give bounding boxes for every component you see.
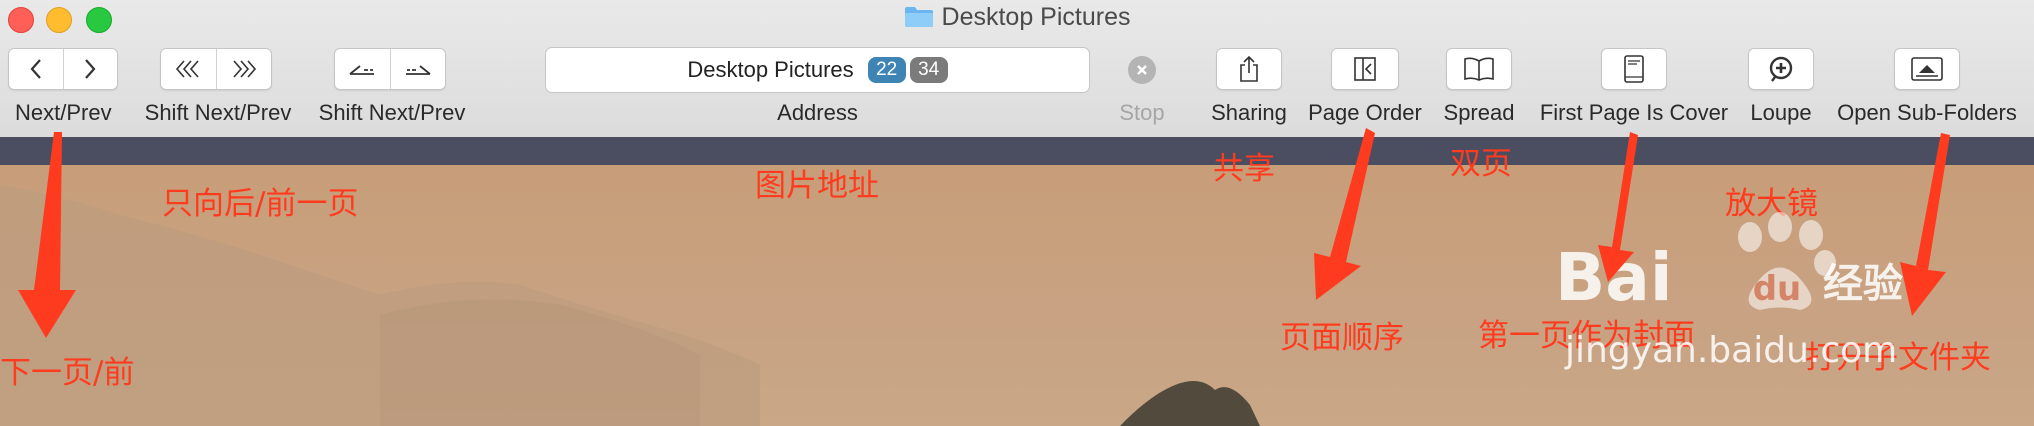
step-back-icon xyxy=(349,65,375,75)
shift-next-prev-control xyxy=(160,48,272,90)
svg-text:经验: 经验 xyxy=(1823,261,1903,307)
address-field[interactable]: Desktop Pictures 22 34 xyxy=(545,47,1090,93)
address-text: Desktop Pictures xyxy=(687,57,854,82)
chevron-left-icon xyxy=(30,59,41,79)
shift-next-prev-label-2: Shift Next/Prev xyxy=(318,100,466,125)
shift-prev-button[interactable] xyxy=(161,49,216,89)
book-cover-icon xyxy=(1624,55,1644,83)
stop-button[interactable] xyxy=(1128,56,1156,84)
window-title-text: Desktop Pictures xyxy=(941,3,1131,31)
loupe-label: Loupe xyxy=(1750,100,1812,125)
annotation-page-order: 页面顺序 xyxy=(1280,320,1404,356)
page-order-button[interactable] xyxy=(1331,48,1399,90)
sharing-button[interactable] xyxy=(1216,48,1282,90)
next-button[interactable] xyxy=(62,49,118,89)
double-chevron-right-icon xyxy=(233,60,256,78)
open-subfolders-icon xyxy=(1911,57,1943,81)
x-icon xyxy=(1137,65,1147,75)
window-toolbar: Desktop Pictures Next/Prev Shift Next/Pr… xyxy=(0,0,2034,138)
prev-button[interactable] xyxy=(9,49,63,89)
watermark-url: jingyan.baidu.com xyxy=(1565,330,1898,371)
total-pages-badge: 34 xyxy=(909,57,948,83)
sharing-label: Sharing xyxy=(1211,100,1287,125)
step-forward-icon xyxy=(405,65,431,75)
shift-next-prev-label: Shift Next/Prev xyxy=(144,100,292,125)
window-title: Desktop Pictures xyxy=(0,3,2034,32)
annotation-next-prev: 下一页/前 xyxy=(0,355,135,391)
page-order-label: Page Order xyxy=(1308,100,1422,125)
annotation-sharing: 共享 xyxy=(1213,151,1275,187)
loupe-button[interactable] xyxy=(1748,48,1814,90)
double-chevron-left-icon xyxy=(176,60,199,78)
spread-label: Spread xyxy=(1443,100,1515,125)
svg-text:du: du xyxy=(1753,269,1802,309)
page-order-icon xyxy=(1354,57,1376,81)
open-book-icon xyxy=(1464,57,1494,81)
open-subfolders-button[interactable] xyxy=(1894,48,1960,90)
baidu-paw-logo: Bai du 经验 xyxy=(1555,212,1903,316)
open-subfolders-label: Open Sub-Folders xyxy=(1837,100,2017,125)
content-top-band xyxy=(0,137,2034,165)
folder-icon xyxy=(904,7,933,27)
current-page-badge: 22 xyxy=(867,57,906,83)
address-label: Address xyxy=(777,100,858,125)
shift-page-control xyxy=(334,48,446,90)
svg-text:Bai: Bai xyxy=(1555,239,1672,316)
annotation-spread: 双页 xyxy=(1450,146,1512,182)
shift-next-button[interactable] xyxy=(215,49,272,89)
first-page-cover-label: First Page Is Cover xyxy=(1539,100,1729,125)
first-page-cover-button[interactable] xyxy=(1601,48,1667,90)
next-prev-control xyxy=(8,48,118,90)
shift-page-next-button[interactable] xyxy=(389,49,446,89)
next-prev-label: Next/Prev xyxy=(15,100,112,125)
annotation-address: 图片地址 xyxy=(755,168,879,204)
share-icon xyxy=(1240,55,1258,82)
chevron-right-icon xyxy=(85,59,96,79)
spread-button[interactable] xyxy=(1446,48,1512,90)
stop-label: Stop xyxy=(1119,100,1165,125)
annotation-shift: 只向后/前一页 xyxy=(162,186,359,222)
loupe-icon xyxy=(1769,56,1793,82)
shift-page-prev-button[interactable] xyxy=(335,49,390,89)
